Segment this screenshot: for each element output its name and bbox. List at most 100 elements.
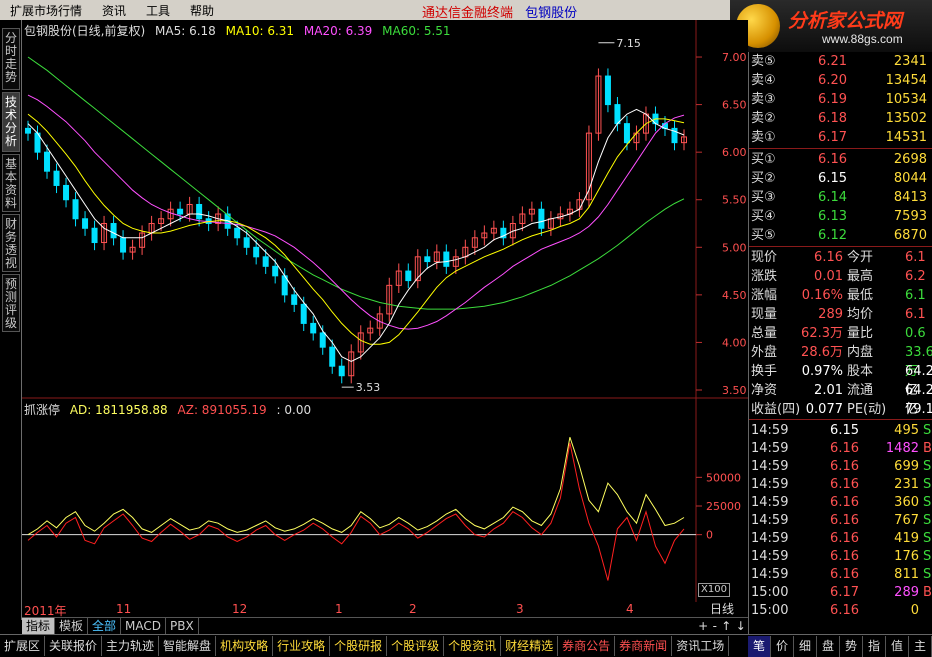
right-tab[interactable]: 势 xyxy=(840,635,863,657)
ma10-value: MA10: 6.31 xyxy=(225,24,295,38)
tab-template[interactable]: 模板 xyxy=(55,618,89,634)
bottom-rating[interactable]: 个股评级 xyxy=(387,636,445,656)
quote-value: 0.6 xyxy=(905,326,926,341)
tick-row: 15:00 6.16 0 xyxy=(749,602,932,620)
tick-price: 6.16 xyxy=(830,603,859,618)
period-label[interactable]: 日线 xyxy=(696,600,748,617)
logo-url: www.88gs.com xyxy=(822,32,903,46)
bottom-report[interactable]: 个股研报 xyxy=(330,636,388,656)
bottom-related[interactable]: 关联报价 xyxy=(45,636,103,656)
bottom-industry[interactable]: 行业攻略 xyxy=(273,636,331,656)
quote-row: 涨幅 0.16% 最低 6.1 xyxy=(749,286,932,305)
ma20-value: MA20: 6.39 xyxy=(303,24,373,38)
tab-macd[interactable]: MACD xyxy=(121,618,167,634)
sell-label: 卖③ xyxy=(751,92,776,107)
bottom-inst[interactable]: 机构攻略 xyxy=(216,636,274,656)
ticks-divider xyxy=(749,419,932,420)
sell-label: 卖② xyxy=(751,111,776,126)
sell-volume: 13502 xyxy=(885,111,927,126)
time-label-12: 12 xyxy=(232,602,248,616)
ind-tick-label: 25000 xyxy=(706,500,741,513)
high-marker-label: 7.15 xyxy=(616,37,641,50)
tab-fundamentals-label: 基本资料 xyxy=(4,157,17,210)
left-tabs: 分时走势 技术分析 基本资料 财务透视 预测评级 xyxy=(0,20,22,620)
tick-price: 6.16 xyxy=(830,477,859,492)
sell-label: 卖① xyxy=(751,130,776,145)
sell-volume: 13454 xyxy=(885,73,927,88)
zoom-out-button[interactable]: - xyxy=(713,619,717,633)
quote-key: 量比 xyxy=(847,326,874,341)
quote-key: 换手 xyxy=(751,364,778,379)
buy-label: 买③ xyxy=(751,190,776,205)
time-label-3: 3 xyxy=(516,602,524,616)
tick-price: 6.16 xyxy=(830,531,859,546)
stock-name: 包钢股份(日线,前复权) xyxy=(24,24,146,38)
tab-pbx[interactable]: PBX xyxy=(166,618,199,634)
menu-help[interactable]: 帮助 xyxy=(180,2,224,19)
tab-fundamentals[interactable]: 基本资料 xyxy=(2,154,20,212)
tick-time: 14:59 xyxy=(751,531,789,546)
tab-technical[interactable]: 技术分析 xyxy=(2,92,20,152)
bottom-info-workshop[interactable]: 资讯工场 xyxy=(672,636,730,656)
bottom-info[interactable]: 个股资讯 xyxy=(444,636,502,656)
quote-value: 6.1 xyxy=(905,288,926,303)
bottom-main-track[interactable]: 主力轨迹 xyxy=(102,636,160,656)
buy-volume: 7593 xyxy=(893,209,927,224)
sell-price: 6.19 xyxy=(818,92,847,107)
tab-all[interactable]: 全部 xyxy=(88,618,122,634)
quote-key: 今开 xyxy=(847,250,874,265)
tick-time: 15:00 xyxy=(751,603,789,618)
bottom-ext[interactable]: 扩展区 xyxy=(0,636,46,656)
quote-value: 79.1 xyxy=(905,402,932,417)
quote-key: 涨跌 xyxy=(751,269,778,284)
sell-volume: 10534 xyxy=(885,92,927,107)
tick-row: 15:00 6.17 289 B xyxy=(749,584,932,602)
quote-value: 0.97% xyxy=(801,364,843,379)
stock-title: 包钢股份 xyxy=(525,6,578,21)
scroll-down-button[interactable]: ↓ xyxy=(736,619,746,633)
right-tab[interactable]: 细 xyxy=(794,635,817,657)
tick-row: 14:59 6.16 1482 B xyxy=(749,440,932,458)
right-tab[interactable]: 主 xyxy=(909,635,932,657)
tab-intraday[interactable]: 分时走势 xyxy=(2,28,20,90)
quote-key: 总量 xyxy=(751,326,778,341)
right-tab[interactable]: 价 xyxy=(771,635,794,657)
kline-chart[interactable]: 7.00 6.50 6.00 5.50 5.00 4.50 4.00 3.50 50000 25… xyxy=(22,20,748,602)
orderbook-divider xyxy=(749,148,932,149)
quote-key: PE(动) xyxy=(847,402,887,417)
tab-forecast-label: 预测评级 xyxy=(4,277,17,330)
bottom-broker-news[interactable]: 券商新闻 xyxy=(615,636,673,656)
right-tab[interactable]: 盘 xyxy=(817,635,840,657)
quote-value: 0.16% xyxy=(801,288,843,303)
candle-body xyxy=(110,223,117,239)
menu-tools[interactable]: 工具 xyxy=(136,2,180,19)
tab-forecast[interactable]: 预测评级 xyxy=(2,274,20,332)
candle-body xyxy=(72,199,79,220)
tab-intraday-label: 分时走势 xyxy=(4,31,17,84)
right-tab[interactable]: 笔 xyxy=(748,635,771,657)
tick-direction: S xyxy=(923,477,932,492)
quote-key: 现价 xyxy=(751,250,778,265)
quote-value: 6.16 xyxy=(814,250,843,265)
tick-direction: S xyxy=(923,459,932,474)
tick-volume: 811 xyxy=(894,567,919,582)
zoom-in-button[interactable]: + xyxy=(698,619,708,633)
scroll-up-button[interactable]: ↑ xyxy=(721,619,731,633)
tab-indicator[interactable]: 指标 xyxy=(22,618,56,634)
time-label-1: 1 xyxy=(335,602,343,616)
right-tab[interactable]: 值 xyxy=(886,635,909,657)
tick-volume: 231 xyxy=(894,477,919,492)
price-tick-label: 5.00 xyxy=(722,241,747,254)
bottom-broker-notice[interactable]: 券商公告 xyxy=(558,636,616,656)
menu-news[interactable]: 资讯 xyxy=(92,2,136,19)
bottom-finance[interactable]: 财经精选 xyxy=(501,636,559,656)
quote-value: 2.01 xyxy=(814,383,843,398)
right-tab[interactable]: 指 xyxy=(863,635,886,657)
tab-financials[interactable]: 财务透视 xyxy=(2,214,20,272)
quote-row: 外盘 28.6万 内盘 33.6万 xyxy=(749,343,932,379)
x100-label[interactable]: X100 xyxy=(698,583,730,597)
bottom-smart[interactable]: 智能解盘 xyxy=(159,636,217,656)
tick-price: 6.16 xyxy=(830,459,859,474)
tick-time: 15:00 xyxy=(751,585,789,600)
menu-market[interactable]: 扩展市场行情 xyxy=(0,2,92,19)
